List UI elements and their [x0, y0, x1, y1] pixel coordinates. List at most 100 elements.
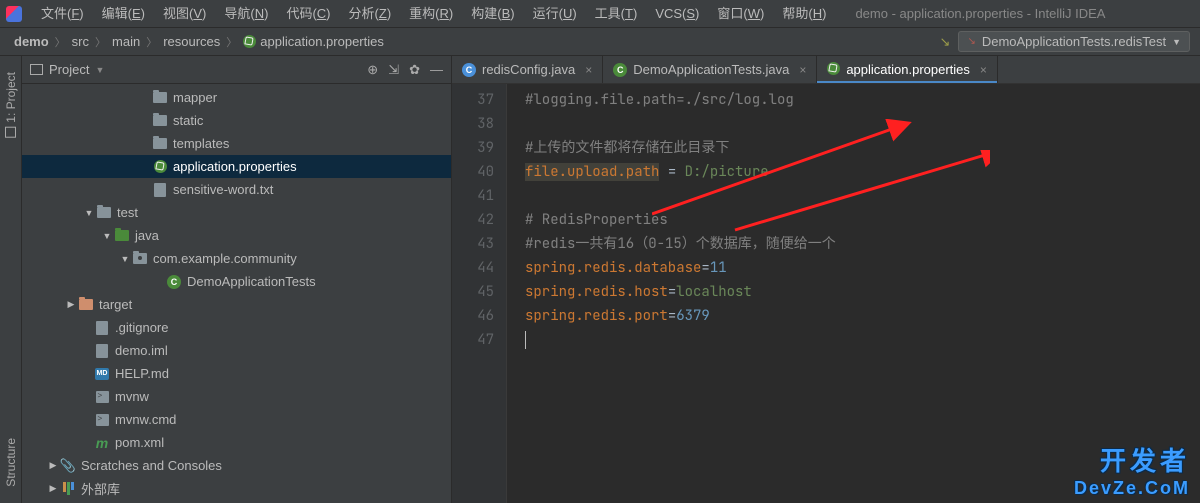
editor-code[interactable]: #logging.file.path=./src/log.log #上传的文件都将… — [507, 84, 1200, 503]
code-line[interactable]: #logging.file.path=./src/log.log — [525, 88, 1200, 112]
breadcrumb-item[interactable]: application.properties — [239, 34, 388, 49]
code-line[interactable]: file.upload.path = D:/picture — [525, 160, 1200, 184]
breadcrumb-item[interactable]: main — [108, 34, 144, 49]
code-line[interactable]: spring.redis.database=11 — [525, 256, 1200, 280]
navigation-bar: demo〉src〉main〉resources〉application.prop… — [0, 28, 1200, 56]
breadcrumb-item[interactable]: resources — [159, 34, 224, 49]
line-number: 43 — [452, 232, 494, 256]
folder-icon — [96, 205, 112, 221]
menu-item[interactable]: VCS(S) — [646, 0, 708, 28]
expand-icon[interactable]: ⇲ — [388, 62, 399, 78]
editor-tab[interactable]: application.properties× — [817, 56, 998, 83]
gear-icon[interactable]: ✿ — [409, 62, 420, 78]
editor-tab[interactable]: CDemoApplicationTests.java× — [603, 56, 817, 83]
editor-tabs: CredisConfig.java×CDemoApplicationTests.… — [452, 56, 1200, 84]
tree-row[interactable]: java — [22, 224, 451, 247]
close-icon[interactable]: × — [585, 63, 592, 77]
side-tab-project[interactable]: 1: Project — [2, 64, 20, 146]
tree-row[interactable]: 外部库 — [22, 477, 451, 500]
tree-row[interactable]: templates — [22, 132, 451, 155]
hide-icon[interactable]: — — [430, 62, 443, 78]
line-number: 39 — [452, 136, 494, 160]
java-class-icon: C — [462, 63, 476, 77]
tree-row-label: test — [117, 205, 138, 220]
menu-item[interactable]: 构建(B) — [462, 0, 523, 28]
menubar: 文件(F)编辑(E)视图(V)导航(N)代码(C)分析(Z)重构(R)构建(B)… — [0, 0, 1200, 28]
project-tree[interactable]: mapper static templatesapplication.propert… — [22, 84, 451, 503]
tree-row[interactable]: CDemoApplicationTests — [22, 270, 451, 293]
tree-arrow-icon[interactable] — [82, 208, 96, 218]
tree-row[interactable]: demo.iml — [22, 339, 451, 362]
menu-item[interactable]: 导航(N) — [215, 0, 277, 28]
menu-item[interactable]: 重构(R) — [400, 0, 462, 28]
side-tab-structure[interactable]: Structure — [2, 430, 20, 495]
tree-row-label: com.example.community — [153, 251, 297, 266]
tree-row[interactable]: MDHELP.md — [22, 362, 451, 385]
run-config-dropdown[interactable]: ↘ DemoApplicationTests.redisTest ▼ — [958, 31, 1190, 52]
line-number: 40 — [452, 160, 494, 184]
tree-row[interactable]: mapper — [22, 86, 451, 109]
tree-row[interactable]: sensitive-word.txt — [22, 178, 451, 201]
code-line[interactable]: spring.redis.port=6379 — [525, 304, 1200, 328]
breadcrumb-item[interactable]: src — [68, 34, 93, 49]
tree-arrow-icon[interactable] — [100, 231, 114, 241]
editor-body[interactable]: 3738394041424344454647 #logging.file.pat… — [452, 84, 1200, 503]
tree-row[interactable]: 📎Scratches and Consoles — [22, 454, 451, 477]
tree-row[interactable]: .gitignore — [22, 316, 451, 339]
build-icon[interactable]: ↘ — [940, 34, 951, 50]
tree-row-label: java — [135, 228, 159, 243]
editor-panel: CredisConfig.java×CDemoApplicationTests.… — [452, 56, 1200, 503]
code-line[interactable]: #redis一共有16（0-15）个数据库，随便给一个 — [525, 232, 1200, 256]
menu-item[interactable]: 代码(C) — [277, 0, 339, 28]
tree-row[interactable]: mvnw.cmd — [22, 408, 451, 431]
tree-arrow-icon[interactable] — [118, 254, 132, 264]
properties-file-icon — [152, 159, 168, 175]
tree-row[interactable]: static — [22, 109, 451, 132]
project-panel-title: Project — [49, 62, 89, 77]
tree-row[interactable]: application.properties — [22, 155, 451, 178]
menu-item[interactable]: 视图(V) — [154, 0, 215, 28]
tree-row[interactable]: com.example.community — [22, 247, 451, 270]
tree-row-label: static — [173, 113, 203, 128]
tree-row[interactable]: target — [22, 293, 451, 316]
tree-row[interactable]: mvnw — [22, 385, 451, 408]
line-number: 37 — [452, 88, 494, 112]
tree-row[interactable]: test — [22, 201, 451, 224]
window-title: demo - application.properties - IntelliJ… — [855, 6, 1105, 21]
code-line[interactable] — [525, 328, 1200, 352]
tree-arrow-icon[interactable] — [46, 483, 60, 494]
menu-item[interactable]: 编辑(E) — [93, 0, 154, 28]
locate-icon[interactable]: ⊕ — [367, 62, 378, 78]
close-icon[interactable]: × — [799, 63, 806, 77]
project-panel-icon — [30, 64, 43, 75]
tree-row[interactable]: mpom.xml — [22, 431, 451, 454]
chevron-down-icon[interactable]: ▼ — [95, 65, 104, 75]
tree-row-label: demo.iml — [115, 343, 168, 358]
menu-item[interactable]: 帮助(H) — [773, 0, 835, 28]
tree-arrow-icon[interactable] — [46, 460, 60, 471]
markdown-file-icon: MD — [94, 366, 110, 382]
menu-item[interactable]: 运行(U) — [524, 0, 586, 28]
menu-item[interactable]: 窗口(W) — [708, 0, 773, 28]
folder-icon — [152, 113, 168, 129]
code-line[interactable]: # RedisProperties — [525, 208, 1200, 232]
code-line[interactable]: #上传的文件都将存储在此目录下 — [525, 136, 1200, 160]
breadcrumb: demo〉src〉main〉resources〉application.prop… — [10, 34, 388, 50]
menu-item[interactable]: 工具(T) — [586, 0, 647, 28]
project-rect-icon — [5, 127, 16, 138]
tree-row-label: mapper — [173, 90, 217, 105]
code-line[interactable] — [525, 112, 1200, 136]
menu-item[interactable]: 分析(Z) — [340, 0, 401, 28]
code-line[interactable] — [525, 184, 1200, 208]
tool-window-stripe: 1: Project Structure — [0, 56, 22, 503]
tree-arrow-icon[interactable] — [64, 299, 78, 310]
source-folder-icon — [114, 228, 130, 244]
run-config-label: DemoApplicationTests.redisTest — [982, 34, 1166, 49]
breadcrumb-item[interactable]: demo — [10, 34, 53, 49]
close-icon[interactable]: × — [980, 63, 987, 77]
editor-tab[interactable]: CredisConfig.java× — [452, 56, 603, 83]
library-icon — [60, 481, 76, 497]
tree-row-label: sensitive-word.txt — [173, 182, 273, 197]
menu-item[interactable]: 文件(F) — [32, 0, 93, 28]
code-line[interactable]: spring.redis.host=localhost — [525, 280, 1200, 304]
